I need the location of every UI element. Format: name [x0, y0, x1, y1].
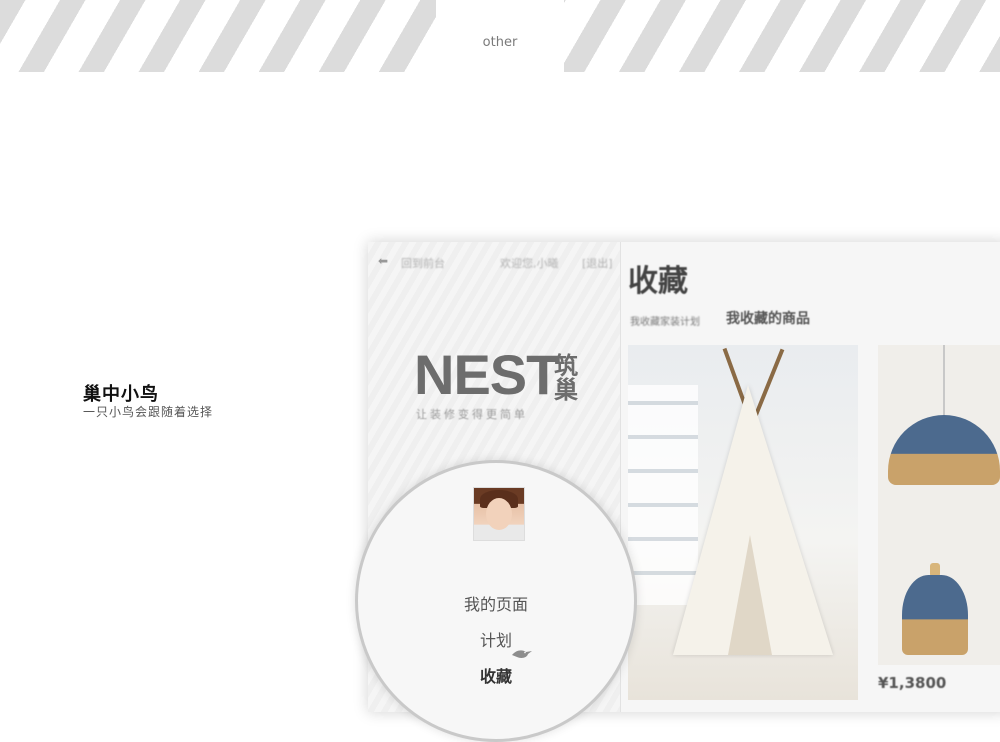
tab-saved-products[interactable]: 我收藏的商品 — [726, 308, 810, 328]
page-title: 收藏 — [628, 264, 688, 299]
side-top-bar: ⬅ 回到前台 欢迎您,小曦 [退出] — [368, 242, 620, 280]
avatar-face — [486, 498, 512, 530]
menu-item-plans[interactable]: 计划 — [358, 627, 634, 651]
table-lamp-image — [902, 575, 968, 655]
logout-link[interactable]: [退出] — [582, 255, 613, 271]
lamp-cord — [943, 345, 945, 417]
logo-chinese: 筑巢 — [554, 352, 578, 404]
back-to-front-link[interactable]: 回到前台 — [401, 255, 445, 271]
product-card-tent[interactable] — [628, 345, 858, 700]
tab-saved-plans[interactable]: 我收藏家装计划 — [630, 313, 700, 328]
logo-nest: NEST — [414, 343, 560, 406]
left-arrow-icon[interactable]: ⬅ — [378, 254, 388, 268]
avatar[interactable] — [473, 487, 525, 541]
product-card-lamp[interactable] — [878, 345, 1000, 665]
menu-item-favorites[interactable]: 收藏 — [358, 663, 634, 687]
pendant-lamp-image — [888, 415, 1000, 485]
caption-subtitle: 一只小鸟会跟随着选择 — [83, 405, 214, 419]
bird-icon — [512, 650, 532, 658]
tent-door — [728, 535, 772, 655]
menu-item-my-page[interactable]: 我的页面 — [358, 591, 634, 615]
welcome-text: 欢迎您,小曦 — [500, 257, 559, 270]
product-price: ¥1,3800 — [878, 674, 947, 692]
section-label: other — [482, 35, 518, 50]
logo-slogan: 让装修变得更简单 — [416, 408, 528, 421]
